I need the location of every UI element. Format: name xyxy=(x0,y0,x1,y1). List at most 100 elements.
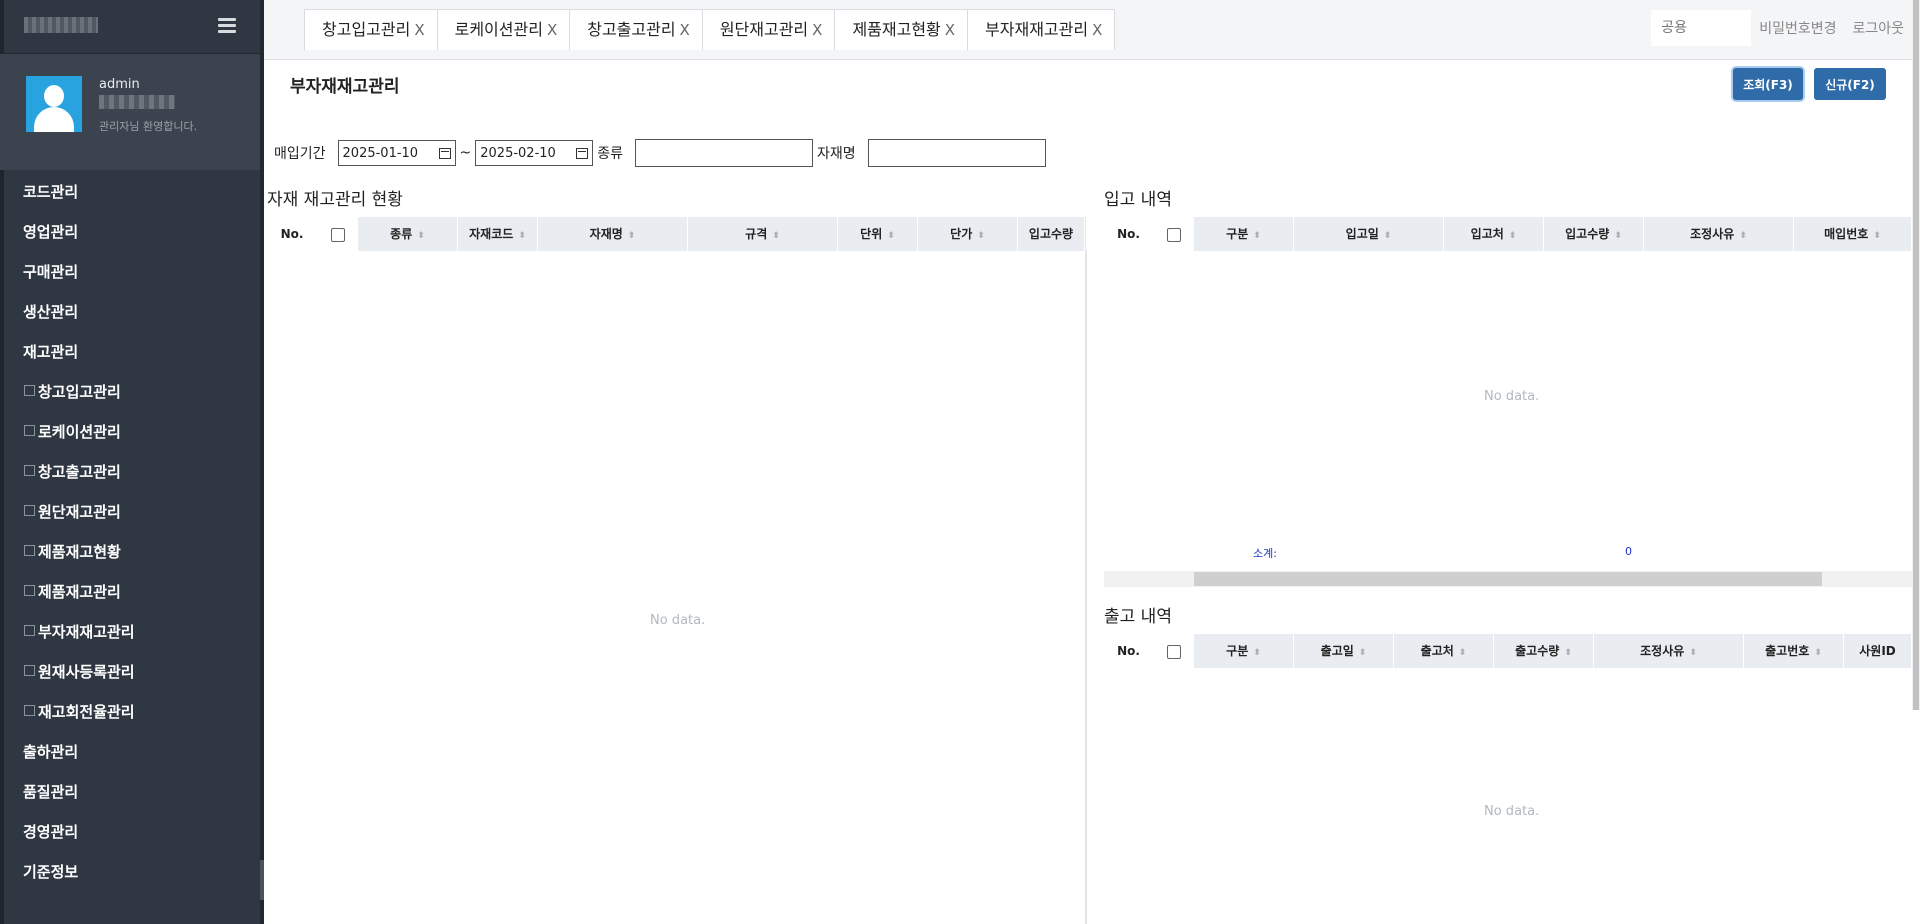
col-supplier[interactable]: 입고처 ⬍ xyxy=(1444,217,1544,251)
period-label: 매입기간 xyxy=(274,146,326,162)
col-label: 출고일 xyxy=(1320,644,1354,658)
submenu-item-fabric-stock[interactable]: 원단재고관리 xyxy=(0,492,264,532)
date-from-field[interactable]: 2025-01-10 xyxy=(337,140,456,166)
select-all-checkbox[interactable] xyxy=(330,227,345,242)
col-shipping-no[interactable]: 출고번호 ⬍ xyxy=(1744,634,1844,668)
menu-item-inventory[interactable]: 재고관리 xyxy=(0,332,264,372)
col-label: 규격 xyxy=(745,227,768,241)
col-label: 입고일 xyxy=(1345,227,1379,241)
tab-location[interactable]: 로케이션관리 X xyxy=(436,9,571,50)
date-to-field[interactable]: 2025-02-10 xyxy=(475,140,594,166)
sort-icon: ⬍ xyxy=(1508,231,1517,241)
sort-icon: ⬍ xyxy=(1358,648,1367,658)
submenu-item-subsidiary-stock[interactable]: 부자재재고관리 xyxy=(0,612,264,652)
logo-blurred xyxy=(24,17,98,33)
tab-product-status[interactable]: 제품재고현황 X xyxy=(834,9,969,50)
tab-subsidiary-stock[interactable]: 부자재재고관리 X xyxy=(967,9,1116,50)
col-spec[interactable]: 규격 ⬍ xyxy=(688,217,838,251)
col-shipped-date[interactable]: 출고일 ⬍ xyxy=(1294,634,1394,668)
page-title: 부자재재고관리 xyxy=(290,77,400,97)
submenu-item-warehouse-in[interactable]: 창고입고관리 xyxy=(0,372,264,412)
col-unit-price[interactable]: 단가 ⬍ xyxy=(918,217,1018,251)
menu-item-sales[interactable]: 영업관리 xyxy=(0,212,264,252)
col-material-code[interactable]: 자재코드 ⬍ xyxy=(458,217,538,251)
col-adjust-reason[interactable]: 조정사유 ⬍ xyxy=(1594,634,1744,668)
close-icon[interactable]: X xyxy=(812,21,822,39)
subtotal-value: 0 xyxy=(1625,545,1632,558)
submenu-item-warehouse-out[interactable]: 창고출고관리 xyxy=(0,452,264,492)
user-name: admin xyxy=(99,77,140,92)
col-kind[interactable]: 종류 ⬍ xyxy=(358,217,458,251)
page-vertical-scrollbar[interactable] xyxy=(1912,0,1920,710)
tab-warehouse-out[interactable]: 창고출고관리 X xyxy=(569,9,703,50)
col-unit[interactable]: 단위 ⬍ xyxy=(838,217,918,251)
submenu-item-product-stock[interactable]: 제품재고관리 xyxy=(0,572,264,612)
close-icon[interactable]: X xyxy=(414,21,424,39)
close-icon[interactable]: X xyxy=(680,21,690,39)
col-label: 출고번호 xyxy=(1765,644,1810,658)
change-password-link[interactable]: 비밀번호변경 xyxy=(1759,18,1836,38)
calendar-icon[interactable] xyxy=(576,147,589,159)
sort-icon: ⬍ xyxy=(417,231,425,241)
hamburger-menu-icon[interactable] xyxy=(218,18,236,34)
col-adjust-reason[interactable]: 조정사유 ⬍ xyxy=(1644,217,1794,251)
col-label: 입고처 xyxy=(1470,227,1504,241)
receiving-horizontal-scrollbar[interactable] xyxy=(1104,571,1912,587)
col-type[interactable]: 구분 ⬍ xyxy=(1194,217,1294,251)
submenu-item-yarn-register[interactable]: 원재사등록관리 xyxy=(0,652,264,692)
kind-input[interactable] xyxy=(635,139,814,167)
calendar-icon[interactable] xyxy=(438,147,451,159)
submenu-label: 제품재고관리 xyxy=(38,583,121,601)
submenu-item-turnover[interactable]: 재고회전율관리 xyxy=(0,692,264,732)
col-type[interactable]: 구분 ⬍ xyxy=(1194,634,1294,668)
tab-label: 창고입고관리 xyxy=(322,20,411,39)
menu-item-code[interactable]: 코드관리 xyxy=(0,172,264,212)
col-select-all xyxy=(1154,217,1194,251)
menu-item-management[interactable]: 경영관리 xyxy=(0,812,264,852)
inventory-section-title: 자재 재고관리 현황 xyxy=(267,190,403,210)
tab-warehouse-in[interactable]: 창고입고관리 X xyxy=(304,9,438,50)
col-received-qty[interactable]: 입고수량 xyxy=(1018,217,1085,251)
menu-item-production[interactable]: 생산관리 xyxy=(0,292,264,332)
new-button[interactable]: 신규(F2) xyxy=(1814,68,1886,100)
query-button[interactable]: 조회(F3) xyxy=(1733,68,1803,100)
submenu-label: 창고출고관리 xyxy=(38,463,121,481)
menu-item-master-data[interactable]: 기준정보 xyxy=(0,852,264,892)
user-info-blurred xyxy=(99,95,175,109)
col-destination[interactable]: 출고처 ⬍ xyxy=(1394,634,1494,668)
select-all-checkbox[interactable] xyxy=(1166,644,1181,659)
logout-link[interactable]: 로그아웃 xyxy=(1852,18,1904,38)
shared-input[interactable] xyxy=(1651,10,1752,46)
sort-icon: ⬍ xyxy=(518,231,526,241)
tab-label: 부자재재고관리 xyxy=(985,20,1089,39)
col-received-date[interactable]: 입고일 ⬍ xyxy=(1294,217,1444,251)
col-purchase-no[interactable]: 매입번호 ⬍ xyxy=(1794,217,1912,251)
col-label: 자재명 xyxy=(589,227,623,241)
col-no: No. xyxy=(1104,634,1154,668)
sidebar-menu: 코드관리 영업관리 구매관리 생산관리 재고관리 창고입고관리 로케이션관리 창… xyxy=(0,170,264,892)
sort-icon: ⬍ xyxy=(1253,648,1261,658)
close-icon[interactable]: X xyxy=(1092,21,1102,39)
menu-item-quality[interactable]: 품질관리 xyxy=(0,772,264,812)
col-label: 조정사유 xyxy=(1640,644,1685,658)
tab-fabric-stock[interactable]: 원단재고관리 X xyxy=(701,9,836,50)
select-all-checkbox[interactable] xyxy=(1166,227,1181,242)
inventory-empty-message: No data. xyxy=(650,613,706,628)
submenu-item-location[interactable]: 로케이션관리 xyxy=(0,412,264,452)
close-icon[interactable]: X xyxy=(547,21,557,39)
submenu-item-product-status[interactable]: 제품재고현황 xyxy=(0,532,264,572)
shipping-grid: No. 구분 ⬍ 출고일 ⬍ 출고처 ⬍ 출고수량 ⬍ 조정사유 ⬍ 출고번호 ⬍ 사원ID… xyxy=(1104,634,1912,924)
col-received-qty[interactable]: 입고수량 ⬍ xyxy=(1544,217,1644,251)
col-select-all xyxy=(1154,634,1194,668)
receiving-grid: No. 구분 ⬍ 입고일 ⬍ 입고처 ⬍ 입고수량 ⬍ 조정사유 ⬍ 매입번호 ⬍ No d… xyxy=(1104,217,1912,587)
col-shipped-qty[interactable]: 출고수량 ⬍ xyxy=(1494,634,1594,668)
col-employee-id[interactable]: 사원ID xyxy=(1844,634,1912,668)
col-label: 단위 xyxy=(860,227,883,241)
menu-item-shipping[interactable]: 출하관리 xyxy=(0,732,264,772)
menu-item-purchase[interactable]: 구매관리 xyxy=(0,252,264,292)
avatar xyxy=(26,76,82,132)
material-name-input[interactable] xyxy=(867,139,1046,167)
sidebar-scrollbar[interactable] xyxy=(260,0,264,924)
close-icon[interactable]: X xyxy=(945,21,955,39)
col-material-name[interactable]: 자재명 ⬍ xyxy=(538,217,688,251)
